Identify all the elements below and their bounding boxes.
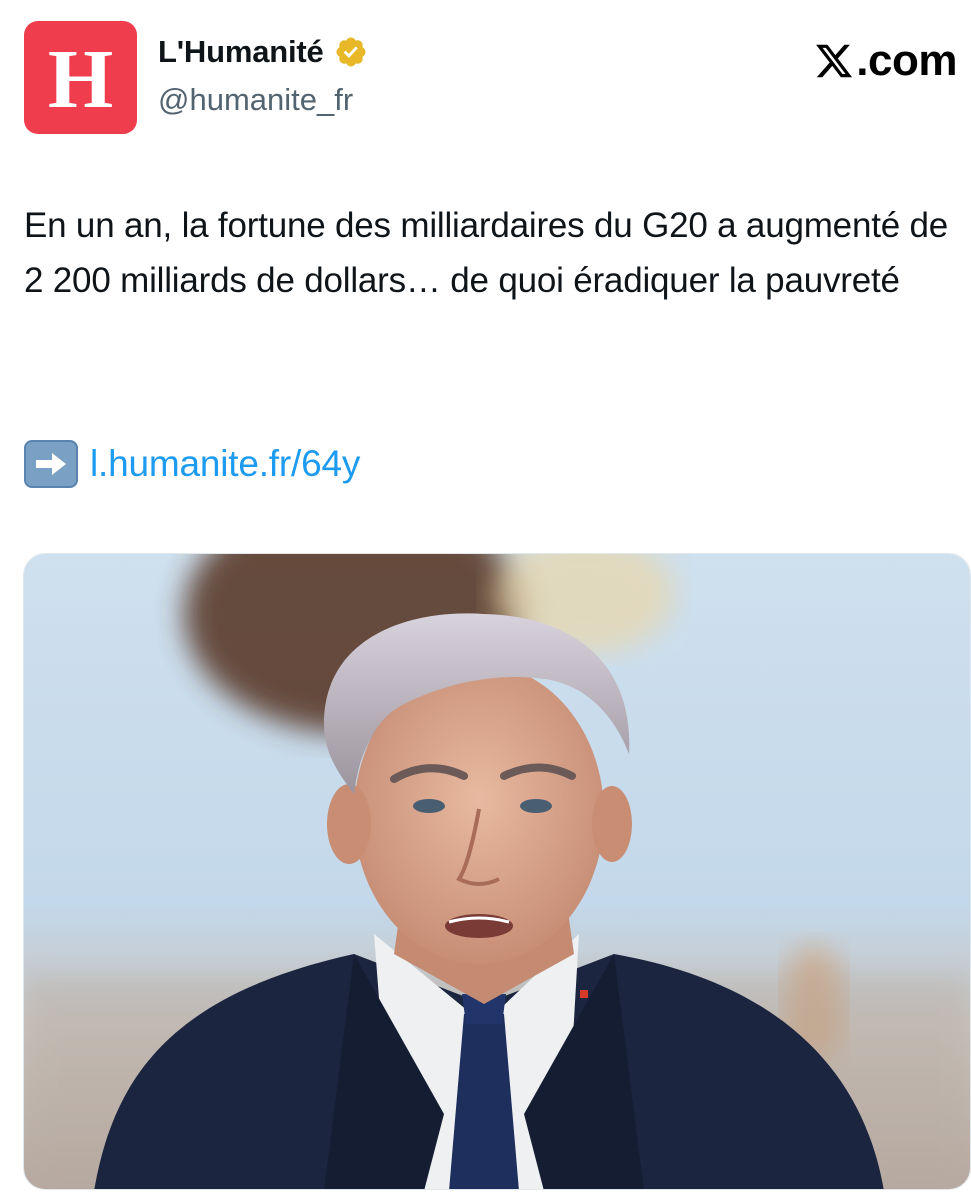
tweet-text: En un an, la fortune des milliardaires d… [24,206,949,300]
link-row: l.humanite.fr/64y [24,440,360,488]
tweet-photo[interactable] [23,553,971,1190]
account-handle[interactable]: @humanite_fr [158,82,353,118]
right-arrow-emoji-icon [24,440,78,488]
display-name[interactable]: L'Humanité [158,34,324,70]
account-name-row: L'Humanité [158,34,368,70]
avatar-letter: H [47,32,114,126]
verified-badge-icon [336,37,366,67]
x-logo-icon [816,44,853,78]
avatar[interactable]: H [24,21,137,134]
tweet-link[interactable]: l.humanite.fr/64y [90,443,360,485]
brand-label: .com [856,36,957,85]
photo-illustration [24,554,970,1189]
x-brand[interactable]: .com [814,36,957,86]
